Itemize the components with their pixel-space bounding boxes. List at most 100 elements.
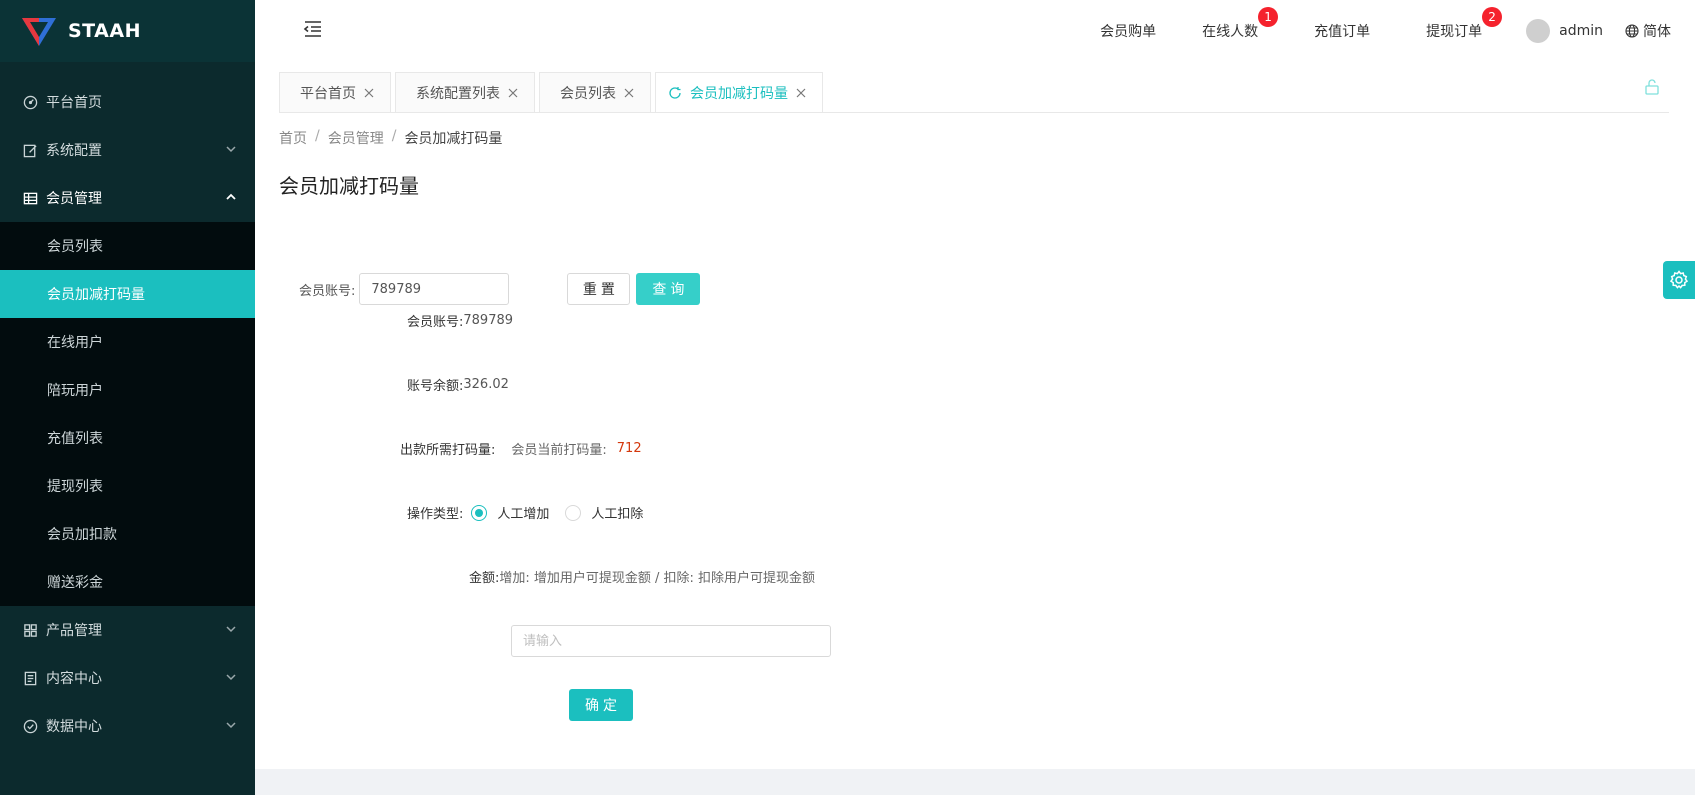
radio-label: 人工扣除 xyxy=(591,507,644,522)
header-link-withdraw-orders[interactable]: 提现订单 2 xyxy=(1426,7,1503,41)
gear-icon xyxy=(1669,270,1689,289)
query-button[interactable]: 查询 xyxy=(636,273,701,305)
required-bet-row: 出款所需打码量: 会员当前打码量: 712 xyxy=(400,439,642,458)
chevron-up-icon xyxy=(226,193,236,200)
amount-row: 金额: 增加: 增加用户可提现金额 / 扣除: 扣除用户可提现金额 xyxy=(469,567,815,586)
menu-fold-icon[interactable] xyxy=(302,18,324,40)
account-row: 会员账号: 789789 xyxy=(407,311,513,330)
sidebar: STAAH 平台首页 系统配置 会员管理 会员列表 会员加减打码量 在线用户 陪… xyxy=(0,0,255,795)
header-link-member-orders[interactable]: 会员购单 xyxy=(1100,21,1156,41)
account-value: 789789 xyxy=(463,313,514,328)
sidebar-item-label: 平台首页 xyxy=(46,95,102,111)
tab-bar: 平台首页 系统配置列表 会员列表 会员加减打码量 xyxy=(279,72,827,112)
close-icon[interactable] xyxy=(624,88,634,98)
header-link-label: 充值订单 xyxy=(1314,24,1371,40)
breadcrumb-separator: / xyxy=(315,128,320,144)
table-icon xyxy=(22,190,38,206)
header-actions: 会员购单 在线人数 1 充值订单 提现订单 2 admin 简体 xyxy=(1100,0,1671,62)
tab-member-bet-adjust[interactable]: 会员加减打码量 xyxy=(655,72,823,112)
tab-dashboard[interactable]: 平台首页 xyxy=(279,72,391,112)
notification-badge: 1 xyxy=(1258,7,1279,27)
top-header: 会员购单 在线人数 1 充值订单 提现订单 2 admin 简体 xyxy=(255,0,1695,62)
tab-label: 会员加减打码量 xyxy=(690,85,788,102)
sidebar-item-gift-bonus[interactable]: 赠送彩金 xyxy=(0,558,255,606)
sidebar-menu: 平台首页 系统配置 会员管理 会员列表 会员加减打码量 在线用户 陪玩用户 充值… xyxy=(0,78,255,750)
breadcrumb-separator: / xyxy=(391,128,397,144)
current-bet-label: 会员当前打码量: xyxy=(511,443,607,458)
sidebar-item-label: 数据中心 xyxy=(46,719,102,735)
sidebar-item-member-list[interactable]: 会员列表 xyxy=(0,222,255,270)
radio-label: 人工增加 xyxy=(497,507,550,522)
language-label: 简体 xyxy=(1643,24,1671,40)
breadcrumb-home[interactable]: 首页 xyxy=(279,128,307,148)
radio-manual-deduct[interactable]: 人工扣除 xyxy=(565,503,643,522)
unlock-icon[interactable] xyxy=(1643,78,1661,96)
globe-icon xyxy=(1625,24,1639,38)
grid-icon xyxy=(22,622,38,638)
amount-input[interactable] xyxy=(511,625,831,657)
main-content: 平台首页 系统配置列表 会员列表 会员加减打码量 首页 / 会员管理 / 会员加… xyxy=(255,62,1695,769)
balance-row: 账号余额: 326.02 xyxy=(407,375,509,394)
radio-manual-add[interactable]: 人工增加 xyxy=(471,503,549,522)
tab-label: 会员列表 xyxy=(560,85,616,102)
required-bet-label: 出款所需打码量: xyxy=(400,443,496,458)
sidebar-item-content-center[interactable]: 内容中心 xyxy=(0,654,255,702)
sidebar-item-recharge-list[interactable]: 充值列表 xyxy=(0,414,255,462)
header-link-recharge-orders[interactable]: 充值订单 xyxy=(1314,21,1370,41)
operation-type-label: 操作类型: xyxy=(407,507,464,522)
chevron-down-icon xyxy=(226,626,236,633)
balance-value: 326.02 xyxy=(463,377,509,392)
balance-label: 账号余额: xyxy=(407,379,464,394)
brand-name: STAAH xyxy=(68,20,141,42)
chevron-down-icon xyxy=(226,146,236,153)
sidebar-item-label: 会员管理 xyxy=(46,191,102,207)
confirm-button[interactable]: 确定 xyxy=(569,689,633,721)
header-link-online-count[interactable]: 在线人数 1 xyxy=(1202,7,1279,41)
edit-icon xyxy=(22,142,38,158)
sidebar-item-system-config[interactable]: 系统配置 xyxy=(0,126,255,174)
settings-button[interactable] xyxy=(1663,261,1695,299)
avatar[interactable] xyxy=(1526,19,1551,43)
radio-dot xyxy=(471,504,488,521)
user-name[interactable]: admin xyxy=(1559,23,1603,39)
sidebar-item-label: 内容中心 xyxy=(46,671,102,687)
sidebar-item-product-management[interactable]: 产品管理 xyxy=(0,606,255,654)
tab-member-list[interactable]: 会员列表 xyxy=(539,72,651,112)
member-submenu: 会员列表 会员加减打码量 在线用户 陪玩用户 充值列表 提现列表 会员加扣款 赠… xyxy=(0,222,255,606)
close-icon[interactable] xyxy=(364,88,374,98)
amount-label: 金额: xyxy=(469,571,500,586)
sidebar-item-companion-users[interactable]: 陪玩用户 xyxy=(0,366,255,414)
document-icon xyxy=(22,670,38,686)
header-link-label: 会员购单 xyxy=(1100,24,1157,40)
language-switch[interactable]: 简体 xyxy=(1625,21,1671,41)
refresh-icon[interactable] xyxy=(668,86,682,100)
sidebar-item-label: 系统配置 xyxy=(46,143,102,159)
search-form: 会员账号: 重置 查询 xyxy=(299,273,701,305)
logo[interactable]: STAAH xyxy=(0,0,255,62)
footer-area xyxy=(255,769,1695,795)
member-account-input[interactable] xyxy=(359,273,510,305)
close-icon[interactable] xyxy=(796,88,806,98)
sidebar-item-data-center[interactable]: 数据中心 xyxy=(0,702,255,750)
current-bet-value: 712 xyxy=(616,441,642,456)
dashboard-icon xyxy=(22,94,38,110)
header-link-label: 在线人数 xyxy=(1202,24,1259,40)
close-icon[interactable] xyxy=(508,88,518,98)
sidebar-item-member-bet-adjust[interactable]: 会员加减打码量 xyxy=(0,270,255,318)
tab-divider xyxy=(279,112,1669,113)
tab-system-config-list[interactable]: 系统配置列表 xyxy=(395,72,535,112)
amount-hint: 增加: 增加用户可提现金额 / 扣除: 扣除用户可提现金额 xyxy=(499,571,816,586)
header-link-label: 提现订单 xyxy=(1426,24,1483,40)
page-title: 会员加减打码量 xyxy=(279,174,419,198)
sidebar-item-member-adjust-funds[interactable]: 会员加扣款 xyxy=(0,510,255,558)
chevron-down-icon xyxy=(226,674,236,681)
sidebar-item-member-management[interactable]: 会员管理 xyxy=(0,174,255,222)
sidebar-item-online-users[interactable]: 在线用户 xyxy=(0,318,255,366)
sidebar-item-withdraw-list[interactable]: 提现列表 xyxy=(0,462,255,510)
operation-type-row: 操作类型: 人工增加 人工扣除 xyxy=(407,503,659,522)
notification-badge: 2 xyxy=(1482,7,1503,27)
breadcrumb-member-management[interactable]: 会员管理 xyxy=(328,128,384,148)
reset-button[interactable]: 重置 xyxy=(567,273,631,305)
sidebar-item-dashboard[interactable]: 平台首页 xyxy=(0,78,255,126)
check-circle-icon xyxy=(22,718,38,734)
